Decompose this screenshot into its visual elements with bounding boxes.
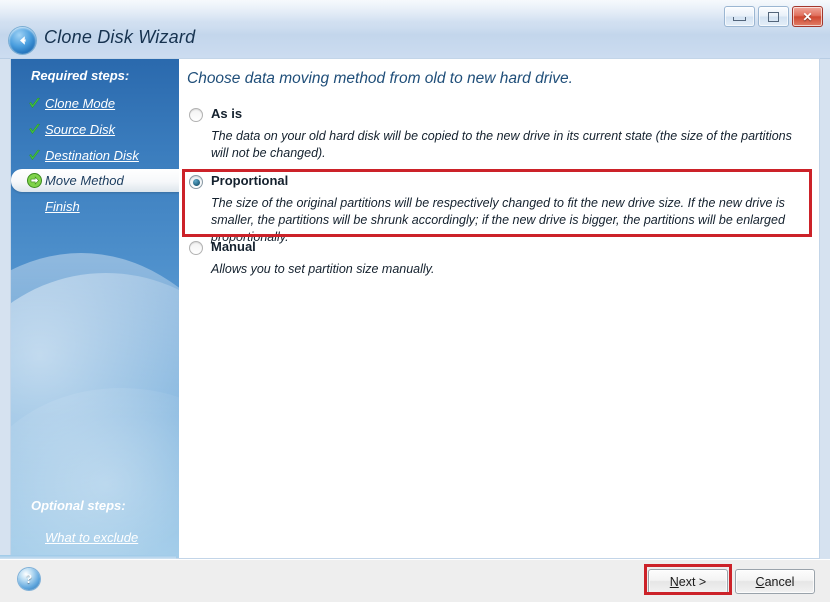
option-label: Manual [211,239,256,254]
sidebar-item-clone-mode[interactable]: Clone Mode [11,92,179,115]
wizard-content: Choose data moving method from old to ne… [179,58,819,558]
next-label: ext > [678,574,707,589]
radio-proportional[interactable] [189,175,203,189]
minimize-button[interactable] [724,6,755,27]
option-label: Proportional [211,173,289,188]
sidebar-item-move-method[interactable]: Move Method [11,169,179,192]
option-description: The data on your old hard disk will be c… [211,129,792,160]
close-icon: ✕ [802,9,813,24]
close-button[interactable]: ✕ [792,6,823,27]
minimize-icon [733,17,746,21]
sidebar-item-finish[interactable]: Finish [11,195,179,218]
green-arrow-icon [23,173,45,188]
sidebar-item-label: Finish [45,199,80,214]
sidebar-item-label: Move Method [45,173,124,188]
title-bar: Clone Disk Wizard ✕ [0,0,830,59]
steps-sidebar: Required steps: Clone Mode Source Disk D… [11,58,179,558]
green-check-icon [23,149,45,162]
sidebar-item-label: Source Disk [45,122,116,137]
cancel-label: ancel [764,574,795,589]
green-check-icon [23,123,45,136]
required-steps-heading: Required steps: [31,68,130,83]
option-description: Allows you to set partition size manuall… [211,262,435,276]
window-controls: ✕ [724,6,823,27]
sidebar-item-label: Destination Disk [45,148,139,163]
radio-manual[interactable] [189,241,203,255]
maximize-button[interactable] [758,6,789,27]
sidebar-item-source-disk[interactable]: Source Disk [11,118,179,141]
page-title: Choose data moving method from old to ne… [187,70,573,87]
window-title: Clone Disk Wizard [44,27,196,47]
cancel-button[interactable]: Cancel [735,569,815,594]
cancel-accel: C [755,574,765,589]
green-check-icon [23,97,45,110]
maximize-icon [768,11,779,22]
footer-bar: ? Next > Cancel [0,559,830,602]
optional-steps-heading: Optional steps: [31,498,126,513]
option-description: The size of the original partitions will… [211,196,785,244]
titlebar-gloss [0,0,830,22]
radio-as-is[interactable] [189,108,203,122]
clone-disk-wizard-window: Clone Disk Wizard ✕ Required steps: Clon… [0,0,830,602]
sidebar-item-destination-disk[interactable]: Destination Disk [11,144,179,167]
next-accel: N [669,574,679,589]
option-label: As is [211,106,243,121]
sidebar-item-label: What to exclude [45,529,139,545]
next-button[interactable]: Next > [648,569,728,594]
sidebar-item-label: Clone Mode [45,96,116,111]
sidebar-item-what-to-exclude[interactable]: What to exclude [11,526,179,548]
back-arrow-icon[interactable] [9,27,36,54]
help-icon[interactable]: ? [18,568,40,590]
